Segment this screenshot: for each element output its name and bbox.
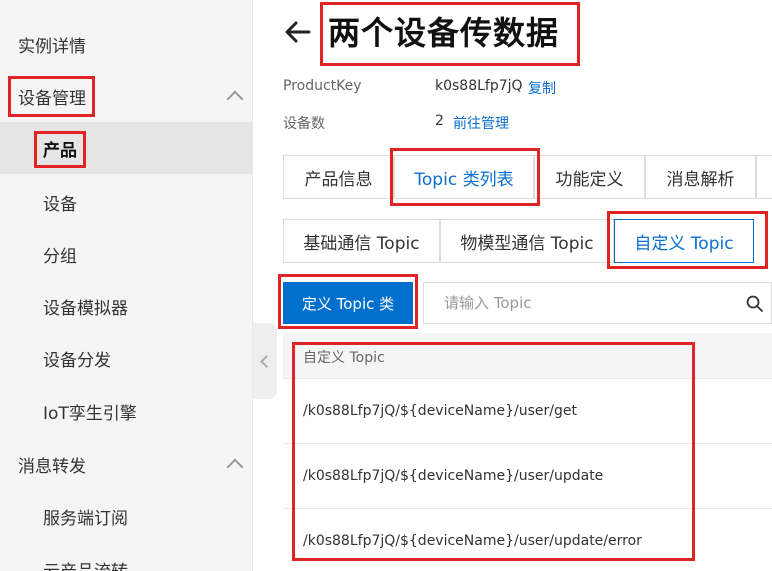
highlight-box-title xyxy=(320,2,580,66)
sidebar-item-label: 设备模拟器 xyxy=(43,298,128,319)
sidebar-collapse-handle[interactable] xyxy=(253,323,277,399)
tab-label: 产品信息 xyxy=(304,169,373,190)
tab-function-definition[interactable]: 功能定义 xyxy=(534,155,645,199)
sidebar-item-device-simulator[interactable]: 设备模拟器 xyxy=(0,280,252,332)
tab-label: 功能定义 xyxy=(555,169,624,190)
highlight-box-product xyxy=(34,131,86,168)
sidebar-item-label: 实例详情 xyxy=(18,36,86,57)
highlight-box-custom-topic xyxy=(607,211,768,269)
sidebar-item-label: 分组 xyxy=(43,246,77,267)
tab-label: 消息解析 xyxy=(666,169,735,190)
sidebar-item-instance-details[interactable]: 实例详情 xyxy=(0,18,252,70)
sidebar-item-device[interactable]: 设备 xyxy=(0,176,252,228)
product-key-label: ProductKey xyxy=(283,78,362,94)
search-icon[interactable] xyxy=(746,295,763,312)
sidebar-item-label: 设备分发 xyxy=(43,350,111,371)
tab-product-info[interactable]: 产品信息 xyxy=(283,155,394,199)
sidebar-item-server-subscription[interactable]: 服务端订阅 xyxy=(0,490,252,542)
chevron-up-icon[interactable] xyxy=(226,458,244,476)
highlight-box-topic-table xyxy=(292,342,695,561)
search-input[interactable] xyxy=(424,283,744,323)
search-box xyxy=(423,282,772,324)
subtab-label: 物模型通信 Topic xyxy=(460,233,594,254)
sidebar-item-message-forwarding[interactable]: 消息转发 xyxy=(0,438,252,490)
device-count-label: 设备数 xyxy=(283,116,325,132)
manage-link[interactable]: 前往管理 xyxy=(453,113,509,133)
device-count-value: 2 xyxy=(435,113,444,129)
subtab-label: 基础通信 Topic xyxy=(303,233,420,254)
sidebar-item-label: 设备 xyxy=(43,194,77,215)
sidebar-item-label: 消息转发 xyxy=(18,456,86,477)
chevron-up-icon[interactable] xyxy=(226,90,244,108)
highlight-box-topic-tab xyxy=(390,148,540,206)
product-key-value: k0s88Lfp7jQ xyxy=(435,78,523,94)
sidebar-item-device-distribution[interactable]: 设备分发 xyxy=(0,332,252,384)
subtab-basic-topic[interactable]: 基础通信 Topic xyxy=(283,219,440,263)
back-arrow-icon[interactable] xyxy=(283,14,313,50)
copy-link[interactable]: 复制 xyxy=(528,78,556,98)
sidebar-item-label: IoT孪生引擎 xyxy=(43,403,137,424)
tab-overflow[interactable] xyxy=(756,155,772,199)
tab-message-parsing[interactable]: 消息解析 xyxy=(645,155,756,199)
highlight-box-device-management xyxy=(8,76,95,117)
sidebar-item-cloud-product-flow[interactable]: 云产品流转 xyxy=(0,543,252,571)
sidebar-item-iot-twin-engine[interactable]: IoT孪生引擎 xyxy=(0,385,252,437)
chevron-left-icon xyxy=(260,354,273,368)
sidebar-item-label: 服务端订阅 xyxy=(43,508,128,529)
subtab-model-topic[interactable]: 物模型通信 Topic xyxy=(440,219,614,263)
sidebar-item-group[interactable]: 分组 xyxy=(0,228,252,280)
highlight-box-define-button xyxy=(278,274,418,329)
sidebar-item-label: 云产品流转 xyxy=(43,557,128,571)
